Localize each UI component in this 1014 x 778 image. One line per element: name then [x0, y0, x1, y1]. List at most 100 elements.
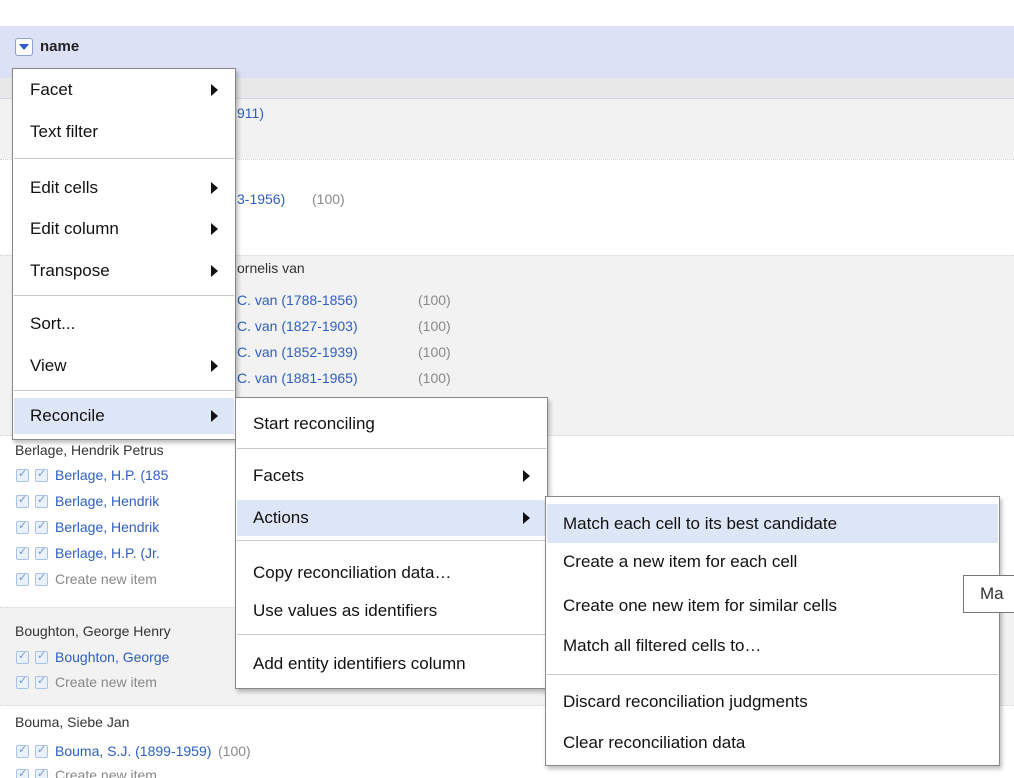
menu-item-label: Create one new item for similar cells [563, 596, 837, 615]
menu-item-add-entity-identifiers-column[interactable]: Add entity identifiers column [237, 646, 546, 682]
menu-item-start-reconciling[interactable]: Start reconciling [237, 406, 546, 442]
submenu-arrow-icon [211, 223, 218, 235]
menu-item-label: Clear reconciliation data [563, 733, 746, 752]
submenu-arrow-icon [211, 84, 218, 96]
tooltip-text: Ma [980, 584, 1004, 603]
match-check-icon[interactable] [16, 649, 29, 664]
match-similar-check-icon[interactable] [35, 519, 48, 534]
menu-item-sort[interactable]: Sort... [14, 306, 234, 342]
match-similar-check-icon[interactable] [35, 649, 48, 664]
menu-item-label: Actions [253, 508, 309, 527]
menu-item-create-new-item-each-cell[interactable]: Create a new item for each cell [547, 544, 998, 580]
candidate-link[interactable]: Boughton, George [55, 648, 169, 666]
candidate-score: (100) [312, 191, 345, 207]
candidate-score: (100) [418, 344, 451, 360]
cell-value: Berlage, Hendrik Petrus [15, 442, 164, 458]
match-check-icon[interactable] [16, 767, 29, 778]
match-similar-check-icon[interactable] [35, 467, 48, 482]
match-similar-check-icon[interactable] [35, 767, 48, 778]
menu-item-facet[interactable]: Facet [14, 72, 234, 108]
cell-value: Boughton, George Henry [15, 623, 171, 639]
candidate-link[interactable]: C. van (1881-1965) [237, 369, 358, 387]
menu-item-label: Discard reconciliation judgments [563, 692, 808, 711]
candidate-score: (100) [418, 318, 451, 334]
match-similar-check-icon[interactable] [35, 674, 48, 689]
menu-item-label: Match each cell to its best candidate [563, 514, 838, 533]
candidate-link[interactable]: Berlage, H.P. (Jr. [55, 544, 160, 562]
menu-item-label: Edit column [30, 219, 119, 238]
candidate-score: (100) [218, 743, 251, 759]
menu-divider [547, 674, 998, 675]
menu-item-label: Add entity identifiers column [253, 654, 466, 673]
menu-item-edit-cells[interactable]: Edit cells [14, 170, 234, 206]
menu-item-view[interactable]: View [14, 348, 234, 384]
submenu-arrow-icon [211, 410, 218, 422]
menu-item-reconcile[interactable]: Reconcile [14, 398, 234, 434]
menu-item-create-one-item-similar-cells[interactable]: Create one new item for similar cells [547, 588, 998, 624]
menu-item-text-filter[interactable]: Text filter [14, 114, 234, 150]
match-check-icon[interactable] [16, 467, 29, 482]
menu-item-label: Facets [253, 466, 305, 485]
candidate-link[interactable]: Berlage, Hendrik [55, 518, 159, 536]
menu-item-label: Transpose [30, 261, 110, 280]
menu-divider [14, 390, 234, 391]
candidate-link[interactable]: Berlage, H.P. (185 [55, 466, 168, 484]
menu-divider [237, 540, 546, 541]
menu-item-label: Create a new item for each cell [563, 552, 798, 571]
match-check-icon[interactable] [16, 493, 29, 508]
data-grid-view: name 911) 3-1956) (100) ornelis van C. v… [0, 0, 1014, 778]
candidate-score: (100) [418, 292, 451, 308]
column-dropdown-button[interactable] [15, 38, 33, 56]
menu-item-label: Facet [30, 80, 73, 99]
submenu-arrow-icon [523, 470, 530, 482]
menu-item-facets[interactable]: Facets [237, 458, 546, 494]
menu-item-transpose[interactable]: Transpose [14, 253, 234, 289]
match-similar-check-icon[interactable] [35, 743, 48, 758]
menu-item-use-values-as-identifiers[interactable]: Use values as identifiers [237, 593, 546, 629]
menu-item-label: Copy reconciliation data… [253, 563, 452, 582]
match-similar-check-icon[interactable] [35, 545, 48, 560]
candidate-link[interactable]: 911) [237, 104, 264, 122]
actions-submenu: Match each cell to its best candidate Cr… [545, 496, 1000, 766]
candidate-link[interactable]: C. van (1788-1856) [237, 291, 358, 309]
match-check-icon[interactable] [16, 519, 29, 534]
column-name[interactable]: name [40, 38, 79, 56]
match-similar-check-icon[interactable] [35, 571, 48, 586]
candidate-link[interactable]: C. van (1827-1903) [237, 317, 358, 335]
match-similar-check-icon[interactable] [35, 493, 48, 508]
match-check-icon[interactable] [16, 743, 29, 758]
match-check-icon[interactable] [16, 571, 29, 586]
cell-value: ornelis van [237, 260, 305, 276]
create-new-item-link[interactable]: Create new item [55, 766, 157, 778]
tooltip: Ma [963, 575, 1014, 613]
menu-item-match-all-filtered[interactable]: Match all filtered cells to… [547, 628, 998, 664]
menu-item-label: Edit cells [30, 178, 99, 197]
submenu-arrow-icon [211, 360, 218, 372]
candidate-link[interactable]: Berlage, Hendrik [55, 492, 159, 510]
menu-item-clear-reconciliation-data[interactable]: Clear reconciliation data [547, 725, 998, 761]
column-menu: Facet Text filter Edit cells Edit column… [12, 68, 236, 440]
match-check-icon[interactable] [16, 674, 29, 689]
menu-item-edit-column[interactable]: Edit column [14, 211, 234, 247]
menu-item-label: Start reconciling [253, 414, 375, 433]
menu-divider [14, 295, 234, 296]
candidate-link[interactable]: Bouma, S.J. (1899-1959) [55, 742, 211, 760]
menu-item-discard-judgments[interactable]: Discard reconciliation judgments [547, 684, 998, 720]
menu-item-match-best-candidate[interactable]: Match each cell to its best candidate [547, 504, 998, 543]
create-new-item-link[interactable]: Create new item [55, 570, 157, 588]
match-check-icon[interactable] [16, 545, 29, 560]
create-new-item-link[interactable]: Create new item [55, 673, 157, 691]
menu-item-label: Sort... [30, 314, 76, 333]
reconcile-submenu: Start reconciling Facets Actions Copy re… [235, 397, 548, 689]
candidate-link[interactable]: C. van (1852-1939) [237, 343, 358, 361]
submenu-arrow-icon [523, 512, 530, 524]
menu-item-label: Use values as identifiers [253, 601, 438, 620]
menu-item-actions[interactable]: Actions [237, 500, 546, 536]
candidate-link[interactable]: 3-1956) [237, 190, 285, 208]
menu-item-copy-reconciliation-data[interactable]: Copy reconciliation data… [237, 555, 546, 591]
menu-divider [14, 158, 234, 159]
menu-item-label: Reconcile [30, 406, 105, 425]
menu-divider [237, 634, 546, 635]
candidate-score: (100) [418, 370, 451, 386]
submenu-arrow-icon [211, 182, 218, 194]
